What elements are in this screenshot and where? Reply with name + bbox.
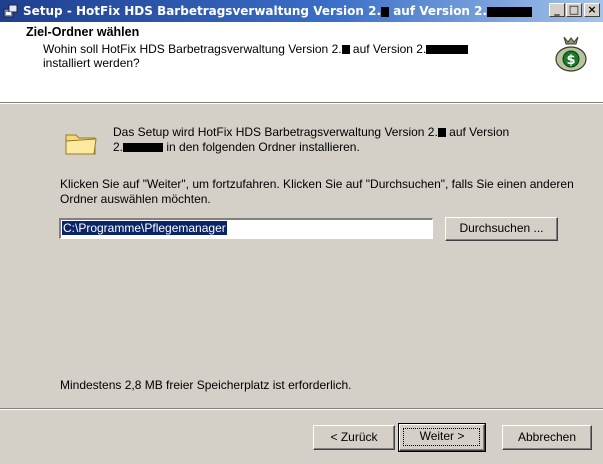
svg-text:$: $ <box>566 53 575 68</box>
setup-window: Setup - HotFix HDS Barbetragsverwaltung … <box>0 0 603 464</box>
page-subtitle: Wohin soll HotFix HDS Barbetragsverwaltu… <box>43 42 513 70</box>
setup-app-icon <box>3 3 19 19</box>
instruction-text: Klicken Sie auf "Weiter", um fortzufahre… <box>60 177 574 206</box>
install-path-input[interactable]: C:\Programme\Pflegemanager <box>59 218 433 239</box>
window-title: Setup - HotFix HDS Barbetragsverwaltung … <box>23 4 533 18</box>
minimize-button[interactable]: _ <box>549 3 565 17</box>
install-path-value: C:\Programme\Pflegemanager <box>62 221 227 235</box>
title-bar[interactable]: Setup - HotFix HDS Barbetragsverwaltung … <box>0 0 603 22</box>
maximize-button[interactable]: □ <box>566 3 582 17</box>
close-button[interactable]: × <box>584 3 600 17</box>
folder-icon <box>65 130 97 159</box>
page-title: Ziel-Ordner wählen <box>26 25 140 39</box>
back-button[interactable]: < Zurück <box>313 425 395 450</box>
next-button[interactable]: Weiter > <box>398 423 486 452</box>
money-bag-icon: $ <box>551 33 591 76</box>
disk-space-text: Mindestens 2,8 MB freier Speicherplatz i… <box>60 378 352 392</box>
install-intro-text: Das Setup wird HotFix HDS Barbetragsverw… <box>113 125 510 154</box>
browse-button[interactable]: Durchsuchen ... <box>445 217 558 241</box>
cancel-button[interactable]: Abbrechen <box>502 425 592 450</box>
focus-rect <box>403 428 480 446</box>
